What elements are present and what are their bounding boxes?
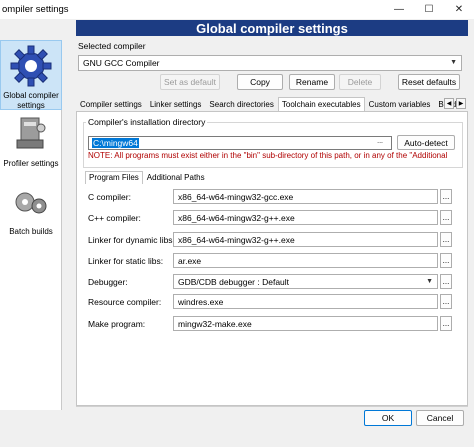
ok-button[interactable]: OK xyxy=(364,410,412,426)
sidebar-item-batch-builds[interactable]: Batch builds xyxy=(0,186,62,242)
compiler-select[interactable]: GNU GCC Compiler ▼ xyxy=(78,55,462,71)
debugger-select[interactable]: GDB/CDB debugger : Default ▼ xyxy=(173,274,438,289)
chevron-down-icon: ▼ xyxy=(426,278,433,285)
static-linker-label: Linker for static libs: xyxy=(88,256,164,266)
resource-compiler-browse-button[interactable]: ... xyxy=(440,294,452,309)
debugger-browse-button[interactable]: ... xyxy=(440,274,452,289)
make-program-value: mingw32-make.exe xyxy=(178,318,252,329)
settings-tabs: Compiler settings Linker settings Search… xyxy=(76,97,462,111)
static-linker-input[interactable]: ar.exe xyxy=(173,253,438,268)
minimize-button[interactable]: — xyxy=(384,0,414,19)
reset-defaults-button[interactable]: Reset defaults xyxy=(398,74,460,90)
delete-button[interactable]: Delete xyxy=(339,74,381,90)
profiler-icon xyxy=(0,114,62,155)
window-title: ompiler settings xyxy=(2,4,69,15)
sidebar-item-global-compiler[interactable]: Global compiler settings xyxy=(0,40,62,110)
chevron-down-icon: ▼ xyxy=(450,59,457,66)
tab-linker-settings[interactable]: Linker settings xyxy=(146,97,206,111)
compiler-select-value: GNU GCC Compiler xyxy=(83,58,160,68)
make-program-browse-button[interactable]: ... xyxy=(440,316,452,331)
set-as-default-button[interactable]: Set as default xyxy=(160,74,220,90)
maximize-button[interactable]: ☐ xyxy=(414,0,444,19)
c-compiler-value: x86_64-w64-mingw32-gcc.exe xyxy=(178,191,294,202)
debugger-label: Debugger: xyxy=(88,277,128,287)
cancel-button[interactable]: Cancel xyxy=(416,410,464,426)
gears-icon xyxy=(0,186,62,223)
install-dir-note: NOTE: All programs must exist either in … xyxy=(88,151,448,160)
dynamic-linker-label: Linker for dynamic libs: xyxy=(88,235,175,245)
gear-icon xyxy=(1,44,61,91)
auto-detect-button[interactable]: Auto-detect xyxy=(397,135,455,150)
install-dir-group-title: Compiler's installation directory xyxy=(86,117,208,127)
c-compiler-input[interactable]: x86_64-w64-mingw32-gcc.exe xyxy=(173,189,438,204)
divider xyxy=(76,406,468,407)
dynamic-linker-input[interactable]: x86_64-w64-mingw32-g++.exe xyxy=(173,232,438,247)
resource-compiler-input[interactable]: windres.exe xyxy=(173,294,438,309)
make-program-input[interactable]: mingw32-make.exe xyxy=(173,316,438,331)
tab-toolchain-executables[interactable]: Toolchain executables xyxy=(277,97,365,111)
sidebar-item-label: Profiler settings xyxy=(3,159,59,168)
tab-additional-paths[interactable]: Additional Paths xyxy=(143,171,209,184)
title-bar: ompiler settings — ☐ ✕ xyxy=(0,0,474,19)
make-program-label: Make program: xyxy=(88,319,146,329)
sidebar-item-profiler[interactable]: Profiler settings xyxy=(0,114,62,174)
close-button[interactable]: ✕ xyxy=(444,0,474,19)
dynamic-linker-value: x86_64-w64-mingw32-g++.exe xyxy=(178,234,295,245)
resource-compiler-value: windres.exe xyxy=(178,296,224,307)
debugger-value: GDB/CDB debugger : Default xyxy=(178,276,290,287)
tab-compiler-settings[interactable]: Compiler settings xyxy=(76,97,146,111)
resource-compiler-label: Resource compiler: xyxy=(88,297,162,307)
browse-dir-dots[interactable]: ... xyxy=(377,138,383,145)
cpp-compiler-label: C++ compiler: xyxy=(88,213,141,223)
cpp-compiler-browse-button[interactable]: ... xyxy=(440,210,452,225)
tab-scroll-left-button[interactable]: ◀ xyxy=(444,98,454,109)
rename-button[interactable]: Rename xyxy=(289,74,335,90)
dynamic-linker-browse-button[interactable]: ... xyxy=(440,232,452,247)
tab-program-files[interactable]: Program Files xyxy=(85,171,143,184)
cpp-compiler-input[interactable]: x86_64-w64-mingw32-g++.exe xyxy=(173,210,438,225)
install-dir-value: C:\mingw64 xyxy=(92,138,139,148)
c-compiler-browse-button[interactable]: ... xyxy=(440,189,452,204)
page-title-banner: Global compiler settings xyxy=(76,20,468,36)
selected-compiler-label: Selected compiler xyxy=(78,41,146,51)
sidebar-item-label: Global compiler settings xyxy=(3,91,59,110)
tab-scroll-right-button[interactable]: ▶ xyxy=(456,98,466,109)
sidebar-item-label: Batch builds xyxy=(9,227,53,236)
copy-button[interactable]: Copy xyxy=(237,74,283,90)
window-controls: — ☐ ✕ xyxy=(384,0,474,19)
static-linker-browse-button[interactable]: ... xyxy=(440,253,452,268)
tab-search-directories[interactable]: Search directories xyxy=(205,97,277,111)
install-dir-input[interactable]: C:\mingw64 ... xyxy=(88,136,392,150)
c-compiler-label: C compiler: xyxy=(88,192,131,202)
tab-custom-variables[interactable]: Custom variables xyxy=(365,97,435,111)
static-linker-value: ar.exe xyxy=(178,255,202,266)
program-subtabs: Program Files Additional Paths xyxy=(85,171,209,184)
cpp-compiler-value: x86_64-w64-mingw32-g++.exe xyxy=(178,212,295,223)
sidebar: Global compiler settings Profiler settin… xyxy=(0,40,62,410)
